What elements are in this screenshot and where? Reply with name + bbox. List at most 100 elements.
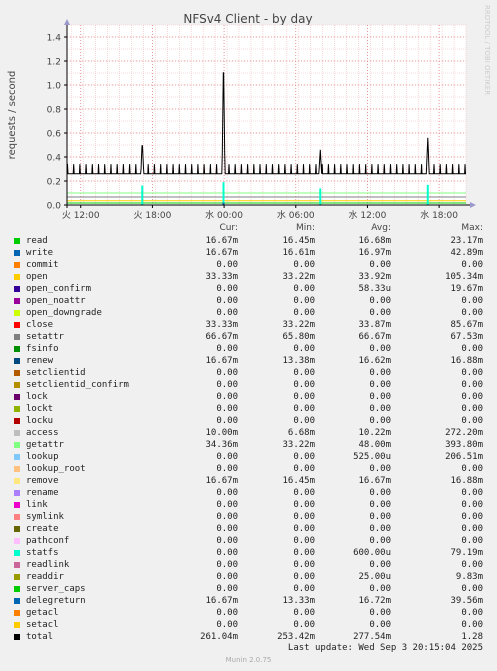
legend-min-value: 0.00 <box>293 560 315 570</box>
legend-label: setacl <box>26 620 59 630</box>
legend-swatch <box>14 406 20 412</box>
legend-swatch <box>14 394 20 400</box>
legend-avg-value: 10.22m <box>358 428 391 438</box>
legend-avg-value: 277.54m <box>353 632 391 642</box>
legend-avg-value: 16.68m <box>358 236 391 246</box>
x-tick-label: 水 00:00 <box>205 209 243 221</box>
legend-min-value: 16.45m <box>282 236 315 246</box>
legend-swatch <box>14 586 20 592</box>
legend-avg-value: 0.00 <box>369 500 391 510</box>
legend-swatch <box>14 442 20 448</box>
legend-min-value: 0.00 <box>293 620 315 630</box>
legend-cur-value: 0.00 <box>216 464 238 474</box>
legend-min-value: 33.22m <box>282 320 315 330</box>
legend-avg-value: 58.33u <box>358 284 391 294</box>
legend-cur-value: 0.00 <box>216 584 238 594</box>
legend-max-value: 0.00 <box>461 524 483 534</box>
legend-min-value: 13.38m <box>282 356 315 366</box>
legend-swatch <box>14 322 20 328</box>
legend-cur-value: 0.00 <box>216 500 238 510</box>
legend-row-lookup: lookup 0.00 0.00 525.00u 206.51m <box>0 451 497 463</box>
legend-row-getattr: getattr 34.36m 33.22m 48.00m 393.80m <box>0 439 497 451</box>
x-tick-label: 水 06:00 <box>277 209 315 221</box>
legend-label: lookup_root <box>26 464 86 474</box>
legend-avg-value: 33.87m <box>358 320 391 330</box>
legend-label: locku <box>26 416 54 426</box>
legend-label: lookup <box>26 452 59 462</box>
legend-min-value: 13.33m <box>282 596 315 606</box>
legend-row-readlink: readlink 0.00 0.00 0.00 0.00 <box>0 559 497 571</box>
legend-max-value: 0.00 <box>461 464 483 474</box>
legend-cur-value: 0.00 <box>216 284 238 294</box>
legend-cur-value: 16.67m <box>205 236 238 246</box>
legend-swatch <box>14 238 20 244</box>
legend-label: open_noattr <box>26 296 86 306</box>
legend-row-open-noattr: open_noattr 0.00 0.00 0.00 0.00 <box>0 295 497 307</box>
legend-avg-value: 16.62m <box>358 356 391 366</box>
legend-row-link: link 0.00 0.00 0.00 0.00 <box>0 499 497 511</box>
legend-avg-value: 0.00 <box>369 344 391 354</box>
legend-cur-value: 0.00 <box>216 488 238 498</box>
legend-swatch <box>14 550 20 556</box>
legend-cur-value: 0.00 <box>216 620 238 630</box>
legend-label: read <box>26 236 48 246</box>
legend-row-rename: rename 0.00 0.00 0.00 0.00 <box>0 487 497 499</box>
legend-avg-value: 0.00 <box>369 368 391 378</box>
legend-cur-value: 0.00 <box>216 560 238 570</box>
legend-row-setclientid-confirm: setclientid_confirm 0.00 0.00 0.00 0.00 <box>0 379 497 391</box>
legend-swatch <box>14 334 20 340</box>
legend-max-value: 0.00 <box>461 512 483 522</box>
rrdtool-credit: RRDTOOL / TOBI OETIKER <box>483 5 491 95</box>
legend-max-value: 67.53m <box>450 332 483 342</box>
legend-min-value: 0.00 <box>293 380 315 390</box>
legend-cur-value: 16.67m <box>205 248 238 258</box>
legend-label: remove <box>26 476 59 486</box>
nfs-chart: NFSv4 Client - by day requests / second … <box>0 0 497 221</box>
legend-swatch <box>14 598 20 604</box>
x-tick-label: 火 12:00 <box>62 210 100 221</box>
legend-swatch <box>14 514 20 520</box>
legend-max-value: 0.00 <box>461 416 483 426</box>
legend-cur-value: 66.67m <box>205 332 238 342</box>
legend-label: access <box>26 428 59 438</box>
legend-swatch <box>14 310 20 316</box>
legend-avg-value: 0.00 <box>369 308 391 318</box>
legend-label: getattr <box>26 440 64 450</box>
legend-row-delegreturn: delegreturn 16.67m 13.33m 16.72m 39.56m <box>0 595 497 607</box>
legend-swatch <box>14 622 20 628</box>
x-tick-label: 火 18:00 <box>134 210 172 221</box>
legend-row-lock: lock 0.00 0.00 0.00 0.00 <box>0 391 497 403</box>
legend-max-value: 272.20m <box>445 428 483 438</box>
legend-max-value: 0.00 <box>461 608 483 618</box>
munin-version: Munin 2.0.75 <box>225 656 272 664</box>
legend-label: open_downgrade <box>26 308 102 318</box>
legend-row-total: total 261.04m 253.42m 277.54m 1.28 <box>0 631 497 643</box>
legend-max-value: 9.83m <box>455 572 483 582</box>
legend-label: write <box>26 248 54 258</box>
legend-max-value: 1.28 <box>461 632 483 642</box>
legend-swatch <box>14 298 20 304</box>
legend-label: symlink <box>26 512 64 522</box>
legend-min-value: 0.00 <box>293 344 315 354</box>
legend-min-value: 33.22m <box>282 440 315 450</box>
legend-avg-value: 16.97m <box>358 248 391 258</box>
legend-row-setclientid: setclientid 0.00 0.00 0.00 0.00 <box>0 367 497 379</box>
legend-swatch <box>14 574 20 580</box>
legend-min-value: 16.61m <box>282 248 315 258</box>
last-update: Last update: Wed Sep 3 20:15:04 2025 <box>287 643 483 653</box>
legend-cur-value: 33.33m <box>205 272 238 282</box>
legend-cur-value: 0.00 <box>216 608 238 618</box>
legend-cur-value: 10.00m <box>205 428 238 438</box>
legend-avg-value: 25.00u <box>358 572 391 582</box>
legend-label: lock <box>26 392 48 402</box>
legend-avg-value: 600.00u <box>353 548 391 558</box>
legend-label: open <box>26 272 48 282</box>
legend-cur-value: 33.33m <box>205 320 238 330</box>
legend-row-access: access 10.00m 6.68m 10.22m 272.20m <box>0 427 497 439</box>
legend-swatch <box>14 490 20 496</box>
legend-cur-value: 16.67m <box>205 356 238 366</box>
legend-max-value: 105.34m <box>445 272 483 282</box>
legend-label: close <box>26 320 54 330</box>
legend-row-setacl: setacl 0.00 0.00 0.00 0.00 <box>0 619 497 631</box>
legend-row-getacl: getacl 0.00 0.00 0.00 0.00 <box>0 607 497 619</box>
